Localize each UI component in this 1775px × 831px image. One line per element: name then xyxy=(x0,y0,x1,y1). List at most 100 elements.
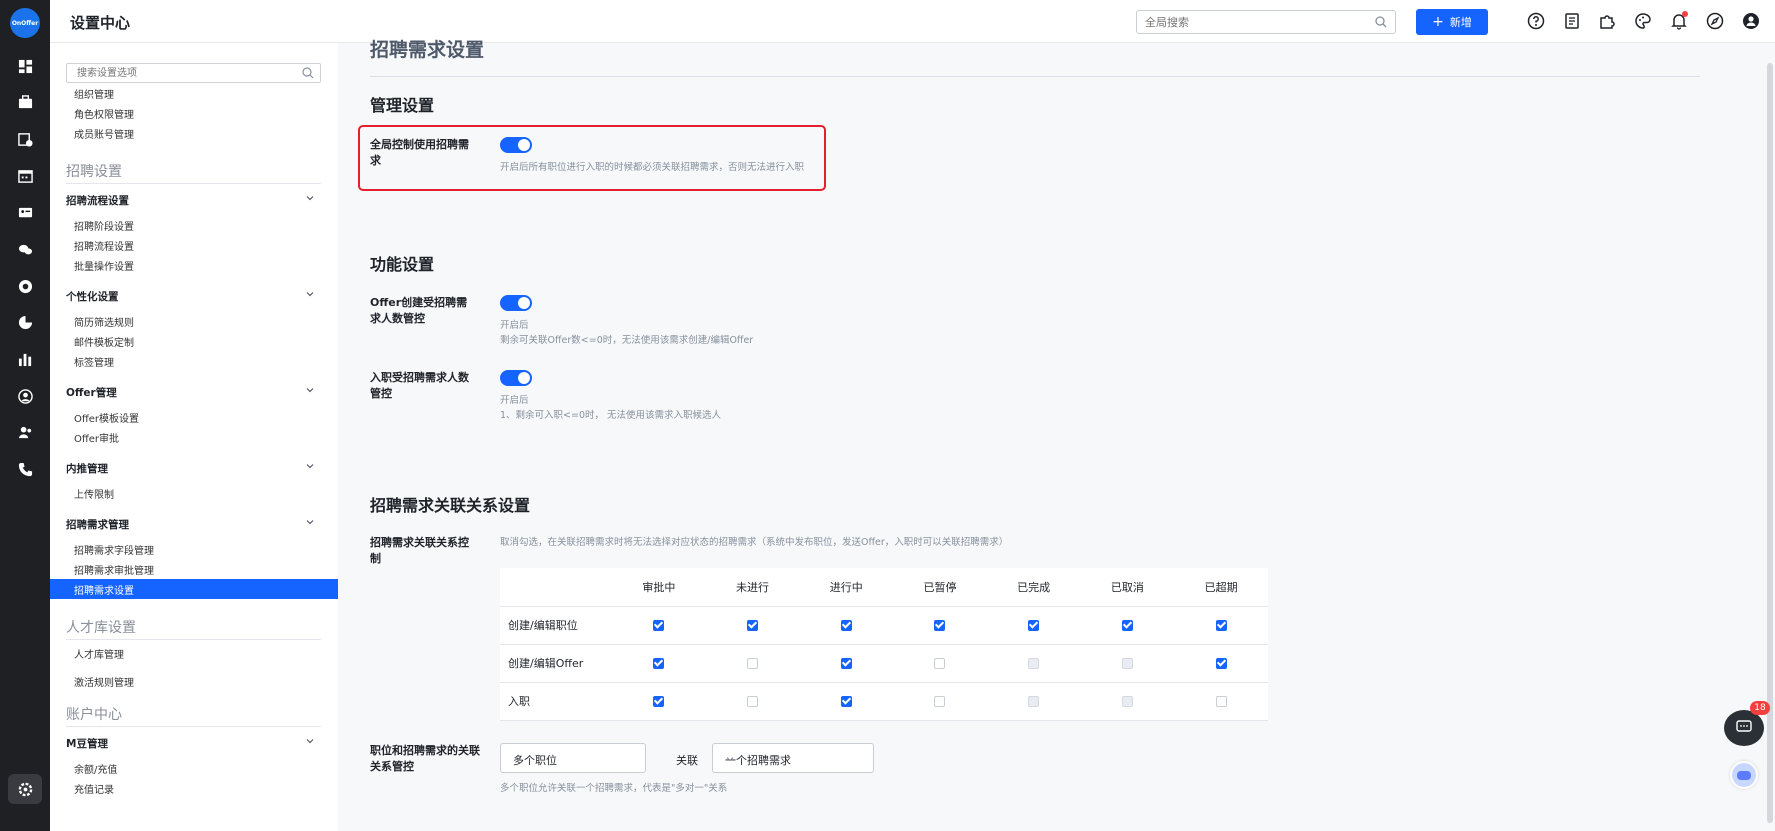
position-count-select[interactable]: 多个职位 xyxy=(500,743,646,773)
status-checkbox[interactable] xyxy=(1121,620,1133,631)
status-checkbox[interactable] xyxy=(653,620,665,631)
bar-chart-icon[interactable] xyxy=(17,351,33,367)
section-title: 内推管理 xyxy=(66,463,108,475)
status-checkbox[interactable] xyxy=(840,658,852,669)
theme-icon[interactable] xyxy=(1633,11,1653,31)
sidebar-section-personal[interactable]: 个性化设置 xyxy=(66,289,321,304)
divider xyxy=(66,639,321,640)
search-icon[interactable] xyxy=(302,67,314,82)
sidebar-item-recharge-records[interactable]: 充值记录 xyxy=(74,781,114,796)
table-cell xyxy=(986,644,1081,683)
new-button[interactable]: + 新增 xyxy=(1416,9,1488,35)
sidebar-item-demand-approval[interactable]: 招聘需求审批管理 xyxy=(74,562,154,577)
briefcase-icon[interactable] xyxy=(17,94,33,110)
table-cell xyxy=(612,682,706,721)
report-icon[interactable] xyxy=(17,278,33,294)
sidebar-section-flow[interactable]: 招聘流程设置 xyxy=(66,193,321,208)
sidebar-item-resume-filter[interactable]: 简历筛选规则 xyxy=(74,314,134,329)
table-cell xyxy=(1080,644,1175,683)
sidebar-item-batch[interactable]: 批量操作设置 xyxy=(74,258,134,273)
table-row: 入职 xyxy=(500,682,1268,721)
chevron-down-icon xyxy=(305,289,315,302)
settings-icon[interactable] xyxy=(8,774,42,804)
table-header-row: 审批中 未进行 进行中 已暂停 已完成 已取消 已超期 xyxy=(500,568,1268,607)
table-cell xyxy=(705,682,800,721)
status-checkbox[interactable] xyxy=(1215,620,1227,631)
settings-search[interactable] xyxy=(66,63,321,83)
status-checkbox[interactable] xyxy=(1028,620,1040,631)
sidebar-item-roles[interactable]: 角色权限管理 xyxy=(74,106,134,121)
sidebar-item-talent-pool[interactable]: 人才库管理 xyxy=(74,646,124,661)
plus-icon: + xyxy=(1432,14,1444,30)
sidebar-item-stage[interactable]: 招聘阶段设置 xyxy=(74,218,134,233)
relation-link-text: 关联 xyxy=(676,754,698,767)
table-cell xyxy=(799,644,894,683)
offer-control-toggle[interactable] xyxy=(500,295,532,311)
status-checkbox[interactable] xyxy=(1215,658,1227,669)
plugin-icon[interactable] xyxy=(1597,11,1617,31)
status-checkbox[interactable] xyxy=(653,658,665,669)
onboard-control-label: 入职受招聘需求人数管控 xyxy=(370,371,469,400)
sidebar-item-balance[interactable]: 余额/充值 xyxy=(74,761,117,776)
chat-icon xyxy=(1736,719,1752,737)
table-cell xyxy=(799,682,894,721)
help-icon[interactable] xyxy=(1526,11,1546,31)
status-checkbox[interactable] xyxy=(747,658,759,669)
sidebar-item-tags[interactable]: 标签管理 xyxy=(74,354,114,369)
demand-count-select[interactable]: 一个招聘需求 xyxy=(712,743,874,773)
status-checkbox[interactable] xyxy=(747,620,759,631)
search-icon[interactable] xyxy=(1375,16,1387,31)
bell-icon[interactable] xyxy=(1669,11,1689,31)
app-rail: OnOffer xyxy=(0,0,50,831)
status-checkbox[interactable] xyxy=(1215,696,1227,707)
status-checkbox[interactable] xyxy=(934,696,946,707)
onboard-control-toggle[interactable] xyxy=(500,370,532,386)
status-checkbox[interactable] xyxy=(653,696,665,707)
offer-control-desc-1: 开启后 xyxy=(500,320,529,331)
sidebar-section-demand[interactable]: 招聘需求管理 xyxy=(66,517,321,532)
id-card-icon[interactable] xyxy=(17,204,33,220)
calendar-icon[interactable] xyxy=(17,168,33,184)
chevron-down-icon xyxy=(305,736,315,749)
calendar-check-icon[interactable] xyxy=(17,131,33,147)
offer-control-desc-2: 剩余可关联Offer数<=0时，无法使用该需求创建/编辑Offer xyxy=(500,335,754,346)
document-icon[interactable] xyxy=(1562,11,1582,31)
talent-icon[interactable] xyxy=(17,388,33,404)
global-control-toggle[interactable] xyxy=(500,137,532,153)
sidebar-item-flow[interactable]: 招聘流程设置 xyxy=(74,238,134,253)
sidebar-item-demand-settings[interactable]: 招聘需求设置 xyxy=(50,579,338,599)
table-cell xyxy=(1174,644,1268,683)
sidebar-section-referral[interactable]: 内推管理 xyxy=(66,461,321,476)
user-icon[interactable] xyxy=(1741,11,1761,31)
chevron-down-icon xyxy=(725,754,865,767)
sidebar-item-offer-template[interactable]: Offer模板设置 xyxy=(74,410,139,425)
status-checkbox[interactable] xyxy=(747,696,759,707)
settings-search-input[interactable] xyxy=(67,64,292,82)
sidebar-item-activation[interactable]: 激活规则管理 xyxy=(74,674,134,689)
sidebar-item-accounts[interactable]: 成员账号管理 xyxy=(74,126,134,141)
pie-chart-icon[interactable] xyxy=(17,314,33,330)
sidebar-item-upload-limit[interactable]: 上传限制 xyxy=(74,486,114,501)
global-search-input[interactable] xyxy=(1137,11,1362,33)
status-checkbox[interactable] xyxy=(934,658,946,669)
wechat-icon[interactable] xyxy=(17,241,33,257)
app-logo[interactable]: OnOffer xyxy=(10,8,40,38)
sidebar-item-demand-fields[interactable]: 招聘需求字段管理 xyxy=(74,542,154,557)
sidebar-item-email-template[interactable]: 邮件模板定制 xyxy=(74,334,134,349)
status-checkbox[interactable] xyxy=(840,620,852,631)
team-icon[interactable] xyxy=(17,424,33,440)
chat-button[interactable] xyxy=(1724,710,1764,746)
sidebar-item-org[interactable]: 组织管理 xyxy=(74,86,114,101)
status-checkbox[interactable] xyxy=(934,620,946,631)
status-checkbox xyxy=(1028,696,1040,707)
sidebar-item-offer-approval[interactable]: Offer审批 xyxy=(74,430,119,445)
sidebar-section-mbean[interactable]: M豆管理 xyxy=(66,736,321,751)
global-search[interactable] xyxy=(1136,10,1396,34)
compass-icon[interactable] xyxy=(1705,11,1725,31)
phone-icon[interactable] xyxy=(17,461,33,477)
chevron-down-icon xyxy=(305,193,315,206)
dashboard-icon[interactable] xyxy=(17,58,33,74)
sidebar-section-offer[interactable]: Offer管理 xyxy=(66,385,321,400)
status-checkbox[interactable] xyxy=(840,696,852,707)
assistant-bot-icon[interactable] xyxy=(1730,761,1758,789)
